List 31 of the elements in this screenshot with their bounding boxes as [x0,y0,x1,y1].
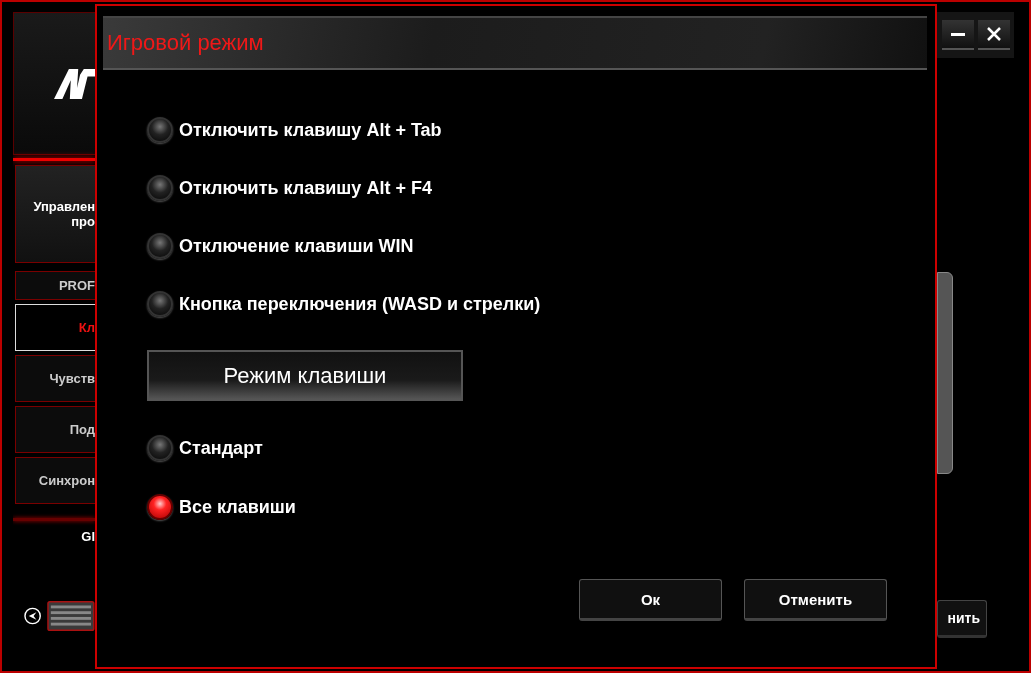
sidebar-item[interactable]: Под [15,406,95,453]
keyboard-icon[interactable] [47,600,95,632]
sidebar-item[interactable]: Синхрон [15,457,95,504]
scroll-track[interactable] [937,272,953,474]
device-label: Gl [80,529,95,544]
option-label: Отключение клавиши WIN [179,235,414,257]
option-label: Кнопка переключения (WASD и стрелки) [179,293,541,315]
toggle-light[interactable] [147,291,173,317]
option-label: Стандарт [179,437,263,459]
sidebar-item[interactable]: Чувств [15,355,95,402]
logo-icon [54,67,95,100]
sidebar-item[interactable]: Управлен про [15,165,95,263]
radio-button[interactable] [147,435,173,461]
option-label: Отключить клавишу Alt + Tab [179,119,442,141]
dialog-title: Игровой режим [107,30,264,56]
minimize-icon [951,32,965,36]
toggle-light[interactable] [147,175,173,201]
option-label: Отключить клавишу Alt + F4 [179,177,432,199]
minimize-button[interactable] [942,20,974,50]
right-button[interactable]: нить [937,600,987,638]
toggle-light[interactable] [147,117,173,143]
sidebar-item[interactable]: Кл [15,304,95,351]
option-label: Все клавиши [179,496,296,518]
radio-button[interactable] [147,494,173,520]
cancel-button[interactable]: Отменить [744,579,887,621]
section-header: Режим клавиши [147,350,463,401]
close-icon [986,26,1002,42]
sidebar-item[interactable]: PROF [15,271,95,300]
toggle-light[interactable] [147,233,173,259]
close-button[interactable] [978,20,1010,50]
ok-button[interactable]: Ок [579,579,722,621]
